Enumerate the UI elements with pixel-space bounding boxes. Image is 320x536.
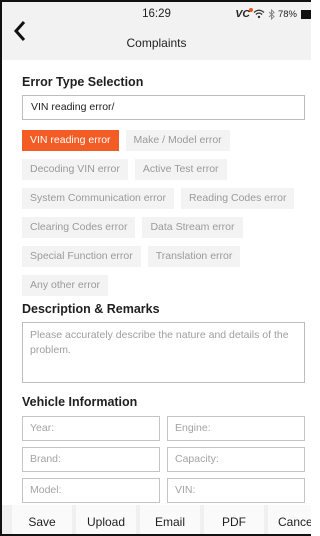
error-type-chip[interactable]: System Communication error bbox=[22, 188, 174, 209]
chip-row: Any other error bbox=[22, 275, 311, 296]
bluetooth-icon bbox=[268, 8, 275, 20]
vc-connection-icon: VC bbox=[235, 8, 253, 20]
error-type-selected-field[interactable]: VIN reading error/ bbox=[22, 95, 305, 120]
cancel-button[interactable]: Cancel bbox=[268, 505, 311, 534]
vin-field[interactable]: VIN: bbox=[167, 478, 305, 503]
save-button[interactable]: Save bbox=[12, 505, 72, 534]
page-title: Complaints bbox=[126, 36, 187, 50]
error-type-chip[interactable]: Any other error bbox=[22, 275, 109, 296]
model-field[interactable]: Model: bbox=[22, 478, 160, 503]
header: 16:29 VC 78% Complaints bbox=[2, 2, 311, 60]
chip-row: Decoding VIN error Active Test error bbox=[22, 159, 311, 180]
error-type-chip[interactable]: Make / Model error bbox=[125, 130, 230, 151]
error-type-chip[interactable]: Reading Codes error bbox=[180, 188, 295, 209]
year-field[interactable]: Year: bbox=[22, 416, 160, 441]
error-type-heading: Error Type Selection bbox=[22, 75, 144, 89]
description-heading: Description & Remarks bbox=[22, 302, 160, 316]
brand-field[interactable]: Brand: bbox=[22, 447, 160, 472]
error-type-chip[interactable]: Decoding VIN error bbox=[22, 159, 128, 180]
error-type-chips: VIN reading error Make / Model error Decod… bbox=[22, 130, 311, 304]
description-textarea[interactable]: Please accurately describe the nature an… bbox=[22, 322, 305, 383]
chip-row: VIN reading error Make / Model error bbox=[22, 130, 311, 151]
app-frame: 16:29 VC 78% Complaints Error Type Selec… bbox=[0, 0, 311, 536]
error-type-chip[interactable]: VIN reading error bbox=[22, 130, 119, 151]
chip-row: Special Function error Translation error bbox=[22, 246, 311, 267]
action-bar: Save Upload Email PDF Cancel bbox=[2, 505, 311, 534]
error-type-chip[interactable]: Clearing Codes error bbox=[22, 217, 136, 238]
chip-row: Clearing Codes error Data Stream error bbox=[22, 217, 311, 238]
error-type-chip[interactable]: Active Test error bbox=[134, 159, 227, 180]
engine-field[interactable]: Engine: bbox=[167, 416, 305, 441]
vehicle-info-heading: Vehicle Information bbox=[22, 395, 138, 409]
error-type-chip[interactable]: Translation error bbox=[147, 246, 241, 267]
pdf-button[interactable]: PDF bbox=[204, 505, 264, 534]
capacity-field[interactable]: Capacity: bbox=[167, 447, 305, 472]
upload-button[interactable]: Upload bbox=[76, 505, 136, 534]
error-type-chip[interactable]: Special Function error bbox=[22, 246, 141, 267]
battery-percent: 78% bbox=[277, 8, 297, 20]
battery-icon bbox=[301, 9, 311, 19]
error-type-chip[interactable]: Data Stream error bbox=[142, 217, 243, 238]
status-icons: VC 78% bbox=[235, 6, 311, 22]
email-button[interactable]: Email bbox=[140, 505, 200, 534]
wifi-icon bbox=[253, 9, 265, 19]
chip-row: System Communication error Reading Codes … bbox=[22, 188, 311, 209]
